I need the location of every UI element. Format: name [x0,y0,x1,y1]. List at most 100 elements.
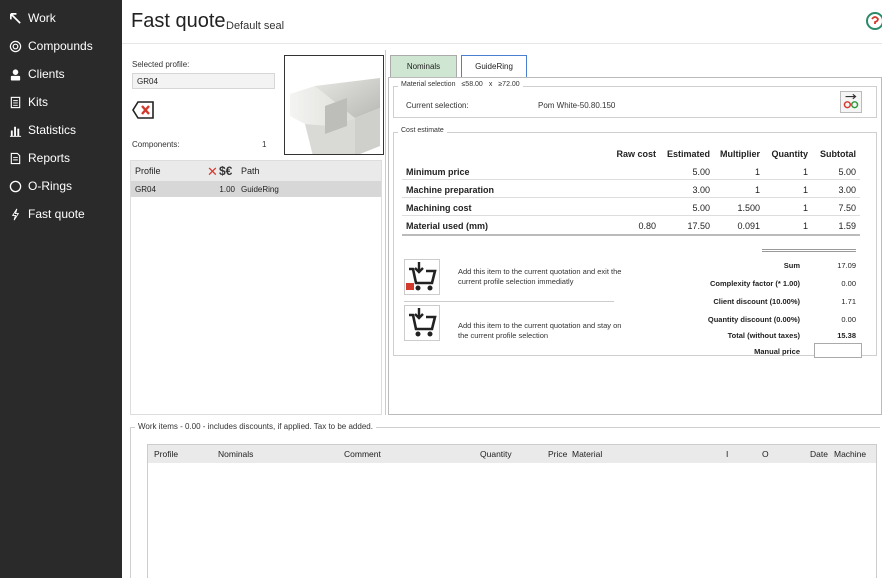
title-bar: Fast quote Default seal [122,0,882,44]
help-icon[interactable] [864,10,882,32]
delete-icon [132,101,154,119]
summary-manual-price-label: Manual price [754,347,800,356]
column-header-o[interactable]: O [762,449,769,459]
sidebar-item-o-rings[interactable]: O-Rings [0,172,122,200]
bar-chart-icon [8,123,22,137]
add-and-exit-text: Add this item to the current quotation a… [458,267,622,286]
row-path: GuideRing [241,184,279,194]
material-selection-legend: Material selection ≤58.00 x ≥72.00 [398,81,523,88]
material-le-filter[interactable]: ≤58.00 [461,81,482,88]
summary-quantity-discount-value: 0.00 [841,315,856,324]
profile-preview-image [284,55,384,155]
delete-profile-button[interactable] [132,101,154,119]
row-divider [402,197,860,198]
selected-profile-field[interactable]: GR04 [132,73,275,89]
remove-icon[interactable]: ✕ [207,164,218,180]
sidebar-item-label: O-Rings [28,179,73,193]
cost-row-label: Minimum price [406,167,470,177]
cost-row-label: Machine preparation [406,185,495,195]
material-x-separator: x [488,81,493,88]
column-header-comment[interactable]: Comment [344,449,381,459]
sidebar-item-clients[interactable]: Clients [0,60,122,88]
tab-nominals[interactable]: Nominals [390,55,457,77]
sidebar-item-statistics[interactable]: Statistics [0,116,122,144]
column-header-date[interactable]: Date [810,449,828,459]
swap-icon [843,93,859,109]
cost-row-subtotal: 1.59 [838,221,856,231]
person-icon [8,67,22,81]
summary-sum-value: 17.09 [837,261,856,270]
summary-complexity-value: 0.00 [841,279,856,288]
summary-client-discount-label: Client discount (10.00%) [713,297,800,306]
column-header-i[interactable]: I [726,449,728,459]
sidebar-item-fast-quote[interactable]: Fast quote [0,200,122,228]
cart-exit-icon [404,259,440,295]
cost-row-raw: 0.80 [638,221,656,231]
manual-price-input[interactable] [814,343,862,358]
column-header-multiplier: Multiplier [720,149,760,159]
cost-row-subtotal: 5.00 [838,167,856,177]
main-content: Fast quote Default seal Selected profile… [122,0,882,578]
document-icon [8,95,22,109]
column-header-raw-cost: Raw cost [616,149,656,159]
column-header-nominals[interactable]: Nominals [218,449,253,459]
lightning-icon [8,207,22,221]
current-selection-value: Pom White-50.80.150 [538,101,616,110]
cost-estimate-group: Cost estimate Raw cost Estimated Multipl… [393,127,877,358]
components-label: Components: [132,140,180,149]
report-icon [8,151,22,165]
column-header-path[interactable]: Path [241,166,260,176]
arrow-icon [8,11,22,25]
row-divider [402,215,860,216]
summary-total-value: 15.38 [837,331,856,340]
table-row[interactable]: GR04 1.00 GuideRing [131,181,381,197]
cost-row-estimated: 17.50 [687,221,710,231]
cost-row-subtotal: 7.50 [838,203,856,213]
cost-estimate-legend: Cost estimate [398,127,447,134]
add-and-exit-button[interactable] [404,259,440,295]
cost-row-subtotal: 3.00 [838,185,856,195]
column-header-machine[interactable]: Machine [834,449,866,459]
sidebar-item-label: Clients [28,67,65,81]
column-header-material[interactable]: Material [572,449,602,459]
column-header-quantity[interactable]: Quantity [480,449,512,459]
add-and-stay-button[interactable] [404,305,440,341]
sidebar-item-label: Fast quote [28,207,85,221]
work-items-section: Work items - 0.00 - includes discounts, … [126,422,880,578]
cost-row-multiplier: 1.500 [737,203,760,213]
material-selection-group: Material selection ≤58.00 x ≥72.00 Curre… [393,81,877,118]
column-header-cost[interactable]: $€ [219,164,232,178]
sidebar-item-label: Statistics [28,123,77,137]
column-header-profile[interactable]: Profile [135,166,161,176]
summary-quantity-discount-label: Quantity discount (0.00%) [707,315,800,324]
work-items-legend: Work items - 0.00 - includes discounts, … [135,422,376,431]
profile-panel: Selected profile: GR04 Components: 1 Pro… [126,50,386,415]
material-selection-title: Material selection [401,81,456,88]
work-items-table: Profile Nominals Comment Quantity Price … [147,444,877,578]
summary-total-label: Total (without taxes) [727,331,800,340]
row-cost: 1.00 [219,184,235,194]
cost-row-multiplier: 1 [754,185,760,195]
cost-row-quantity: 1 [802,167,808,177]
column-header-estimated: Estimated [666,149,710,159]
column-header-subtotal: Subtotal [820,149,856,159]
swap-material-button[interactable] [840,91,862,113]
cost-row-multiplier: 1 [754,167,760,177]
cost-row-quantity: 1 [802,203,808,213]
sidebar: Work Compounds Clients Kits Statistics R… [0,0,122,578]
sidebar-item-label: Kits [28,95,49,109]
sidebar-item-reports[interactable]: Reports [0,144,122,172]
column-header-price[interactable]: Price [548,449,567,459]
sidebar-item-kits[interactable]: Kits [0,88,122,116]
row-profile: GR04 [135,184,156,194]
sidebar-item-work[interactable]: Work [0,4,122,32]
sidebar-item-compounds[interactable]: Compounds [0,32,122,60]
column-header-profile[interactable]: Profile [154,449,178,459]
summary-complexity-label: Complexity factor (* 1.00) [709,279,800,288]
summary-sum-label: Sum [783,261,800,270]
profile-table: Profile ✕ $€ Path GR04 1.00 GuideRing [130,160,382,415]
cost-row-quantity: 1 [802,185,808,195]
cost-row-estimated: 5.00 [692,167,710,177]
material-ge-filter[interactable]: ≥72.00 [498,81,519,88]
tab-guidering[interactable]: GuideRing [461,55,527,77]
